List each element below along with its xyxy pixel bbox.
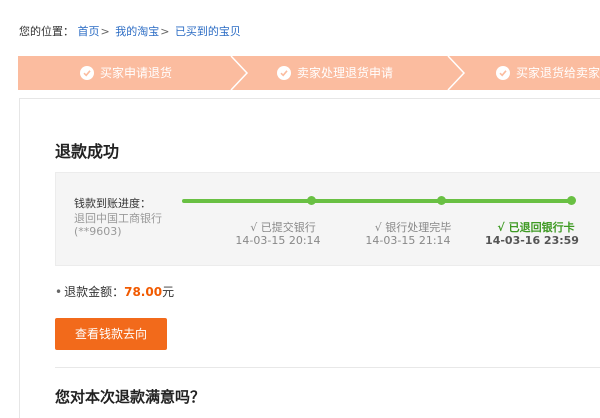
step-label: 卖家处理退货申请 [297,66,394,80]
view-money-flow-button[interactable]: 查看钱款去向 [55,318,167,350]
refund-amount-unit: 元 [162,285,175,299]
step-arrow-icon [230,56,249,90]
stage-submitted-status: √ 已提交银行 [250,221,316,234]
refund-amount: • 退款金额：78.00元 [55,283,174,300]
stage-submitted-time: 14-03-15 20:14 [235,234,321,247]
breadcrumb-separator: > [100,25,110,38]
stage-returned-to-card-time: 14-03-16 23:59 [485,234,579,247]
check-circle-icon [277,66,291,80]
breadcrumb-separator: > [160,25,170,38]
divider [55,367,600,368]
refund-destination: 退回中国工商银行 [74,212,162,225]
refund-steps-bar: 买家申请退货 卖家处理退货申请 买家退货给卖家 [18,56,600,90]
step-buyer-apply-return: 买家申请退货 [80,56,172,90]
step-seller-process-return: 卖家处理退货申请 [277,56,393,90]
progress-dot [567,196,576,205]
page-title: 退款成功 [55,142,120,161]
stage-bank-processed-status: √ 银行处理完毕 [374,221,452,234]
check-circle-icon [496,66,510,80]
progress-dot [307,196,316,205]
breadcrumb: 您的位置： 首页> 我的淘宝> 已买到的宝贝 [19,23,241,39]
step-label: 买家申请退货 [100,66,173,80]
refund-amount-value: 78.00 [124,285,163,299]
bullet-icon: • [55,285,63,299]
progress-dot [437,196,446,205]
step-arrow-icon [447,56,466,90]
breadcrumb-purchased-link[interactable]: 已买到的宝贝 [175,25,241,38]
breadcrumb-prefix: 您的位置： [19,25,74,38]
refund-amount-label: 退款金额： [64,285,125,299]
card-number: (**9603) [74,225,122,238]
step-buyer-return-to-seller: 买家退货给卖家 [496,56,600,90]
stage-returned-to-card-status: √ 已退回银行卡 [497,221,575,234]
progress-track [182,199,574,203]
step-label: 买家退货给卖家 [516,66,600,80]
progress-label: 钱款到账进度： [74,197,151,210]
breadcrumb-my-taobao-link[interactable]: 我的淘宝 [115,25,159,38]
satisfaction-question: 您对本次退款满意吗？ [55,388,206,406]
stage-bank-processed-time: 14-03-15 21:14 [365,234,451,247]
check-circle-icon [80,66,94,80]
breadcrumb-home-link[interactable]: 首页 [78,25,100,38]
